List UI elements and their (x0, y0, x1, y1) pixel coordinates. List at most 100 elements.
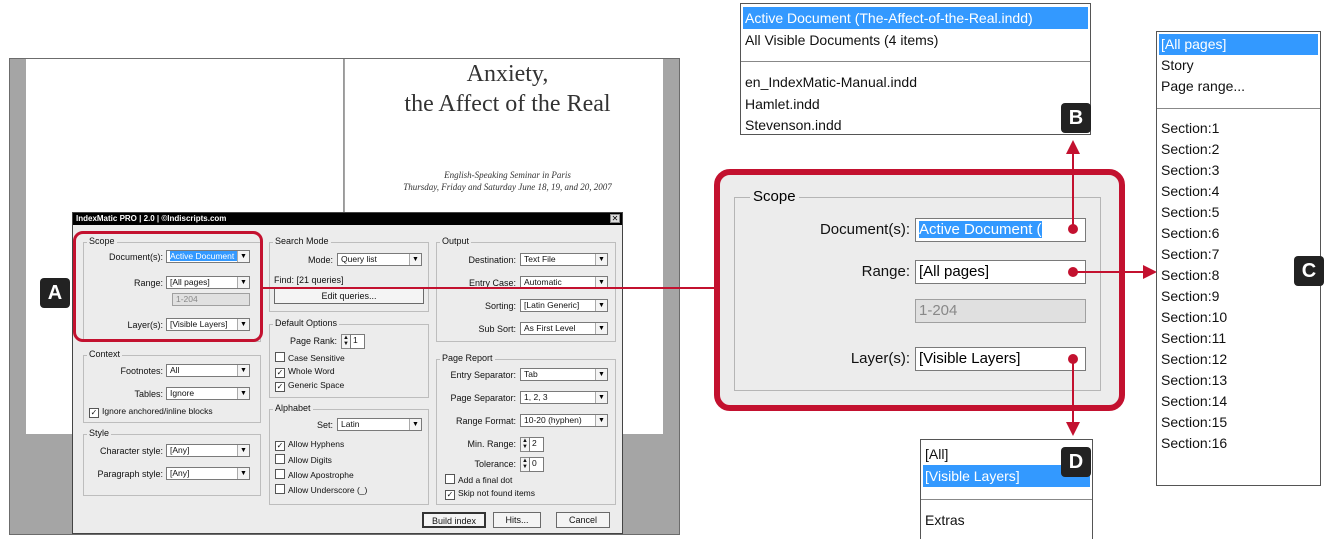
tables-select[interactable]: Ignore ▼ (166, 387, 250, 400)
chevron-down-icon: ▼ (237, 445, 249, 456)
checkbox-icon (445, 474, 455, 484)
arrow-head-b-icon (1066, 140, 1080, 154)
footnotes-value: All (170, 365, 180, 375)
cancel-button[interactable]: Cancel (556, 512, 610, 528)
checkbox-icon (275, 352, 285, 362)
style-group-label: Style (87, 428, 112, 439)
add-final-dot-checkbox[interactable]: Add a final dot (445, 474, 512, 486)
sub-sort-label: Sub Sort: (478, 324, 516, 334)
zoom-range-label: Range: (861, 263, 910, 280)
zoom-documents-value: Active Document ( (919, 221, 1042, 238)
entry-separator-select[interactable]: Tab ▼ (520, 368, 608, 381)
mode-select[interactable]: Query list ▼ (337, 253, 422, 266)
checkbox-icon (275, 469, 285, 479)
allow-hyphens-checkbox[interactable]: ✓ Allow Hyphens (275, 439, 344, 451)
destination-value: Text File (524, 254, 556, 264)
case-sensitive-checkbox[interactable]: Case Sensitive (275, 352, 345, 364)
scope-highlight (73, 231, 263, 342)
search-mode-group-label: Search Mode (273, 236, 331, 247)
documents-option[interactable]: Hamlet.indd (743, 93, 1088, 115)
range-option[interactable]: Section:11 (1159, 328, 1318, 349)
sub-sort-value: As First Level (524, 323, 576, 333)
documents-option[interactable]: Stevenson.indd (743, 114, 1088, 136)
doc-subtitle-line1: English-Speaking Seminar in Paris (444, 170, 571, 180)
arrow-line-c (1073, 271, 1147, 273)
allow-digits-checkbox[interactable]: Allow Digits (275, 454, 332, 466)
close-icon[interactable]: ✕ (610, 214, 620, 223)
zoom-layers-select[interactable]: [Visible Layers] (915, 347, 1086, 371)
sorting-select[interactable]: [Latin Generic] ▼ (520, 299, 608, 312)
generic-space-checkbox[interactable]: ✓ Generic Space (275, 380, 344, 392)
range-option[interactable]: Page range... (1159, 76, 1318, 97)
range-option[interactable]: Section:16 (1159, 433, 1318, 454)
documents-option[interactable]: Active Document (The-Affect-of-the-Real.… (743, 7, 1088, 29)
range-option[interactable]: Story (1159, 55, 1318, 76)
zoom-documents-label: Document(s): (819, 221, 910, 238)
checkbox-icon (275, 484, 285, 494)
marker-a: A (40, 278, 70, 308)
whole-word-label: Whole Word (288, 366, 335, 376)
chevron-down-icon: ▼ (595, 369, 607, 380)
page-rank-stepper[interactable]: ▲ ▼ 1 (341, 334, 371, 349)
arrow-line-d (1072, 358, 1074, 424)
range-option[interactable]: Section:12 (1159, 349, 1318, 370)
tolerance-stepper[interactable]: ▲ ▼ 0 (520, 457, 550, 472)
destination-label: Destination: (468, 255, 516, 265)
documents-option[interactable]: en_IndexMatic-Manual.indd (743, 71, 1088, 93)
chevron-down-icon: ▼ (237, 388, 249, 399)
allow-apostrophe-checkbox[interactable]: Allow Apostrophe (275, 469, 354, 481)
documents-option[interactable]: All Visible Documents (4 items) (743, 29, 1088, 51)
range-option[interactable]: Section:6 (1159, 223, 1318, 244)
range-option[interactable]: [All pages] (1159, 34, 1318, 55)
para-style-label: Paragraph style: (97, 469, 163, 479)
range-format-select[interactable]: 10-20 (hyphen) ▼ (520, 414, 608, 427)
range-option[interactable]: Section:13 (1159, 370, 1318, 391)
skip-not-found-checkbox[interactable]: ✓ Skip not found items (445, 488, 535, 500)
arrow-head-d-icon (1066, 422, 1080, 436)
checkbox-icon (275, 454, 285, 464)
range-option[interactable]: Section:15 (1159, 412, 1318, 433)
zoom-layers-value: [Visible Layers] (919, 350, 1021, 367)
min-range-stepper[interactable]: ▲ ▼ 2 (520, 437, 550, 452)
chevron-down-icon: ▼ (595, 415, 607, 426)
edit-queries-button[interactable]: Edit queries... (274, 288, 424, 304)
range-option[interactable]: Section:4 (1159, 181, 1318, 202)
destination-select[interactable]: Text File ▼ (520, 253, 608, 266)
entry-separator-value: Tab (524, 369, 538, 379)
allow-underscore-label: Allow Underscore (_) (288, 485, 368, 495)
para-style-value: [Any] (170, 468, 190, 478)
footnotes-select[interactable]: All ▼ (166, 364, 250, 377)
para-style-select[interactable]: [Any] ▼ (166, 467, 250, 480)
whole-word-checkbox[interactable]: ✓ Whole Word (275, 366, 335, 378)
alphabet-group-label: Alphabet (273, 403, 313, 414)
zoom-documents-select[interactable]: Active Document ( (915, 218, 1086, 242)
allow-underscore-checkbox[interactable]: Allow Underscore (_) (275, 484, 367, 496)
doc-subtitle-line2: Thursday, Friday and Saturday June 18, 1… (403, 182, 612, 192)
page-report-group-label: Page Report (440, 353, 495, 364)
char-style-select[interactable]: [Any] ▼ (166, 444, 250, 457)
range-option[interactable]: Section:5 (1159, 202, 1318, 223)
range-option[interactable]: Section:3 (1159, 160, 1318, 181)
build-index-button[interactable]: Build index (422, 512, 486, 528)
ignore-anchored-checkbox[interactable]: ✓ Ignore anchored/inline blocks (89, 406, 213, 418)
page-separator-select[interactable]: 1, 2, 3 ▼ (520, 391, 608, 404)
range-option[interactable]: Section:9 (1159, 286, 1318, 307)
range-option[interactable] (1159, 454, 1318, 475)
set-select[interactable]: Latin ▼ (337, 418, 422, 431)
layers-option[interactable]: Extras (923, 509, 1090, 531)
range-option[interactable]: Section:2 (1159, 139, 1318, 160)
doc-title-line1: Anxiety, (466, 61, 549, 87)
mode-label: Mode: (307, 255, 333, 265)
range-option[interactable]: Section:1 (1159, 118, 1318, 139)
zoom-scope-label: Scope (750, 188, 799, 206)
range-option[interactable]: Section:14 (1159, 391, 1318, 412)
min-range-value: 2 (529, 437, 544, 452)
hits-button[interactable]: Hits... (493, 512, 541, 528)
sub-sort-select[interactable]: As First Level ▼ (520, 322, 608, 335)
range-option[interactable]: Section:10 (1159, 307, 1318, 328)
zoom-range-input[interactable]: 1-204 (915, 299, 1086, 323)
range-format-label: Range Format: (455, 416, 516, 426)
marker-d: D (1061, 447, 1091, 477)
marker-c: C (1294, 256, 1324, 286)
zoom-range-select[interactable]: [All pages] (915, 260, 1086, 284)
